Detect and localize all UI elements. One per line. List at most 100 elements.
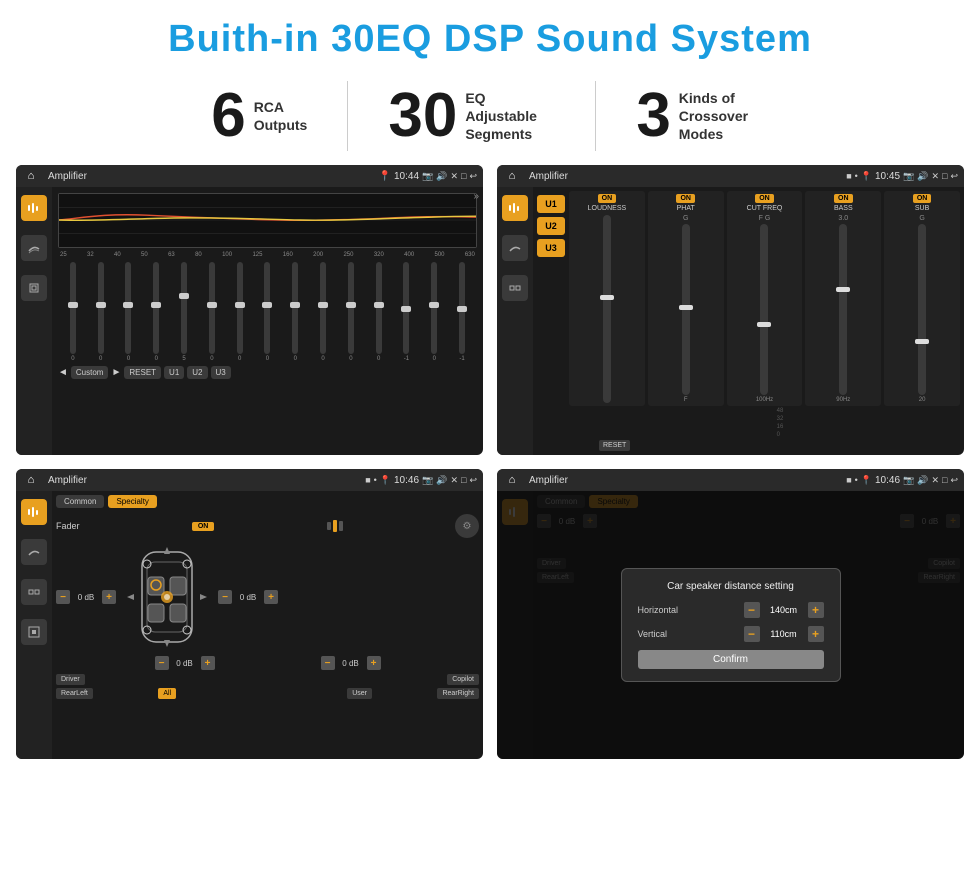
cutfreq-on[interactable]: ON xyxy=(755,194,774,203)
phat-thumb[interactable] xyxy=(679,305,693,310)
home-icon-3[interactable]: ⌂ xyxy=(22,471,40,489)
vertical-minus-btn[interactable]: − xyxy=(744,626,760,642)
bass-slider[interactable] xyxy=(839,224,847,395)
slider-track-6[interactable] xyxy=(209,262,215,354)
loudness-thumb[interactable] xyxy=(600,295,614,300)
slider-thumb-11[interactable] xyxy=(346,302,356,308)
fader-ctrl-3[interactable] xyxy=(21,579,47,605)
rearright-btn[interactable]: RearRight xyxy=(437,688,479,699)
slider-thumb-13[interactable] xyxy=(401,306,411,312)
slider-track-11[interactable] xyxy=(348,262,354,354)
loudness-on[interactable]: ON xyxy=(598,194,617,203)
sub-slider[interactable] xyxy=(918,224,926,395)
home-icon-2[interactable]: ⌂ xyxy=(503,167,521,185)
horizontal-plus-btn[interactable]: + xyxy=(808,602,824,618)
user-btn[interactable]: User xyxy=(347,688,372,699)
phat-slider[interactable] xyxy=(682,224,690,395)
cutfreq-thumb[interactable] xyxy=(757,322,771,327)
slider-track-7[interactable] xyxy=(237,262,243,354)
slider-thumb-9[interactable] xyxy=(290,302,300,308)
u2-btn[interactable]: U2 xyxy=(187,366,207,379)
rearleft-btn[interactable]: RearLeft xyxy=(56,688,93,699)
expand-icon[interactable]: » xyxy=(473,191,479,202)
page-wrapper: Buith-in 30EQ DSP Sound System 6 RCAOutp… xyxy=(0,0,980,769)
db-minus-4[interactable]: − xyxy=(321,656,335,670)
slider-thumb-14[interactable] xyxy=(429,302,439,308)
cross-ctrl-3[interactable] xyxy=(502,275,528,301)
crossover-reset-btn[interactable]: RESET xyxy=(599,440,630,451)
fader-on-toggle[interactable]: ON xyxy=(192,522,215,531)
eq-val-1: 0 xyxy=(71,356,74,362)
slider-track-8[interactable] xyxy=(264,262,270,354)
slider-track-13[interactable] xyxy=(403,262,409,354)
back-icon-2[interactable]: ↩ xyxy=(950,171,958,182)
eq-ctrl-btn-1[interactable] xyxy=(21,195,47,221)
u3-btn[interactable]: U3 xyxy=(211,366,231,379)
phat-on[interactable]: ON xyxy=(676,194,695,203)
slider-thumb-12[interactable] xyxy=(374,302,384,308)
bass-thumb[interactable] xyxy=(836,287,850,292)
db-plus-1[interactable]: + xyxy=(102,590,116,604)
slider-thumb-4[interactable] xyxy=(151,302,161,308)
all-btn[interactable]: All xyxy=(158,688,176,699)
slider-thumb-6[interactable] xyxy=(207,302,217,308)
driver-btn[interactable]: Driver xyxy=(56,674,85,685)
specialty-tab[interactable]: Specialty xyxy=(108,495,156,508)
home-icon[interactable]: ⌂ xyxy=(22,167,40,185)
slider-track-1[interactable] xyxy=(70,262,76,354)
u2-select-btn[interactable]: U2 xyxy=(537,217,565,235)
u3-select-btn[interactable]: U3 xyxy=(537,239,565,257)
cross-ctrl-1[interactable] xyxy=(502,195,528,221)
db-minus-1[interactable]: − xyxy=(56,590,70,604)
db-plus-3[interactable]: + xyxy=(201,656,215,670)
slider-track-10[interactable] xyxy=(320,262,326,354)
copilot-btn[interactable]: Copilot xyxy=(447,674,479,685)
slider-track-3[interactable] xyxy=(125,262,131,354)
slider-track-12[interactable] xyxy=(376,262,382,354)
u1-select-btn[interactable]: U1 xyxy=(537,195,565,213)
eq-ctrl-btn-2[interactable] xyxy=(21,235,47,261)
slider-thumb-3[interactable] xyxy=(123,302,133,308)
sub-on[interactable]: ON xyxy=(913,194,932,203)
slider-track-5[interactable] xyxy=(181,262,187,354)
eq-slider-2: 0 xyxy=(88,262,114,362)
slider-track-9[interactable] xyxy=(292,262,298,354)
reset-btn[interactable]: RESET xyxy=(124,366,161,379)
slider-thumb-7[interactable] xyxy=(235,302,245,308)
slider-track-4[interactable] xyxy=(153,262,159,354)
fader-ctrl-4[interactable] xyxy=(21,619,47,645)
db-minus-3[interactable]: − xyxy=(155,656,169,670)
sub-thumb[interactable] xyxy=(915,339,929,344)
slider-thumb-8[interactable] xyxy=(262,302,272,308)
slider-thumb-1[interactable] xyxy=(68,302,78,308)
confirm-button[interactable]: Confirm xyxy=(638,650,824,669)
db-minus-2[interactable]: − xyxy=(218,590,232,604)
home-icon-4[interactable]: ⌂ xyxy=(503,471,521,489)
prev-btn[interactable]: ◄ xyxy=(58,367,68,378)
cross-ctrl-2[interactable] xyxy=(502,235,528,261)
slider-thumb-2[interactable] xyxy=(96,302,106,308)
vertical-plus-btn[interactable]: + xyxy=(808,626,824,642)
back-icon-4[interactable]: ↩ xyxy=(950,475,958,486)
slider-track-14[interactable] xyxy=(431,262,437,354)
eq-ctrl-btn-3[interactable] xyxy=(21,275,47,301)
settings-circle-btn[interactable]: ⚙ xyxy=(455,514,479,538)
next-btn[interactable]: ► xyxy=(111,367,121,378)
loudness-slider[interactable] xyxy=(603,215,611,403)
slider-track-15[interactable] xyxy=(459,262,465,354)
back-icon[interactable]: ↩ xyxy=(469,171,477,182)
slider-track-2[interactable] xyxy=(98,262,104,354)
fader-ctrl-2[interactable] xyxy=(21,539,47,565)
db-plus-2[interactable]: + xyxy=(264,590,278,604)
bass-on[interactable]: ON xyxy=(834,194,853,203)
u1-btn[interactable]: U1 xyxy=(164,366,184,379)
common-tab[interactable]: Common xyxy=(56,495,104,508)
cutfreq-slider[interactable] xyxy=(760,224,768,395)
fader-ctrl-1[interactable] xyxy=(21,499,47,525)
horizontal-minus-btn[interactable]: − xyxy=(744,602,760,618)
slider-thumb-10[interactable] xyxy=(318,302,328,308)
db-plus-4[interactable]: + xyxy=(367,656,381,670)
slider-thumb-15[interactable] xyxy=(457,306,467,312)
slider-thumb-5[interactable] xyxy=(179,293,189,299)
back-icon-3[interactable]: ↩ xyxy=(469,475,477,486)
